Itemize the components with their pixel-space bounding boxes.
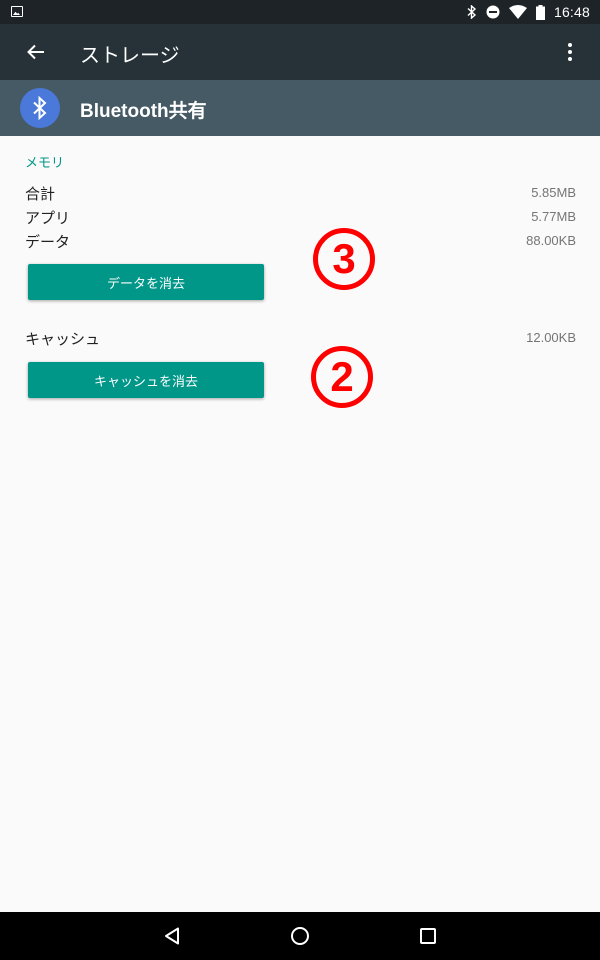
clear-data-button[interactable]: データを消去 — [28, 264, 264, 300]
data-label: データ — [25, 233, 71, 251]
cache-label: キャッシュ — [25, 330, 101, 348]
do-not-disturb-icon — [486, 5, 500, 19]
clock: 16:48 — [553, 4, 590, 20]
cache-value: 12.00KB — [526, 330, 576, 345]
total-label: 合計 — [25, 185, 56, 203]
app-row: アプリ 5.77MB — [25, 207, 576, 229]
memory-section-header: メモリ — [25, 156, 65, 171]
navigation-bar — [0, 912, 600, 960]
annotation-3: 3 — [313, 228, 375, 290]
back-arrow-icon[interactable] — [20, 36, 52, 68]
app-info-header: Bluetooth共有 — [0, 80, 600, 136]
wifi-icon — [508, 5, 527, 19]
cache-row: キャッシュ 12.00KB — [25, 328, 576, 350]
bluetooth-app-icon — [20, 88, 60, 128]
app-value: 5.77MB — [531, 209, 576, 224]
image-icon — [11, 6, 23, 17]
more-vert-icon[interactable] — [558, 38, 582, 66]
app-label: アプリ — [25, 209, 71, 227]
app-bar: ストレージ — [0, 24, 600, 80]
battery-icon — [535, 4, 545, 20]
app-name: Bluetooth共有 — [80, 101, 207, 122]
data-value: 88.00KB — [526, 233, 576, 248]
bluetooth-icon — [467, 5, 477, 19]
page-title: ストレージ — [80, 45, 180, 67]
total-value: 5.85MB — [531, 185, 576, 200]
status-icons: 16:48 — [467, 0, 590, 24]
back-triangle-icon[interactable] — [160, 924, 184, 948]
annotation-2: 2 — [311, 346, 373, 408]
home-circle-icon[interactable] — [288, 924, 312, 948]
status-bar: 16:48 — [0, 0, 600, 24]
total-row: 合計 5.85MB — [25, 183, 576, 205]
clear-cache-button[interactable]: キャッシュを消去 — [28, 362, 264, 398]
recents-square-icon[interactable] — [416, 924, 440, 948]
data-row: データ 88.00KB — [25, 231, 576, 253]
